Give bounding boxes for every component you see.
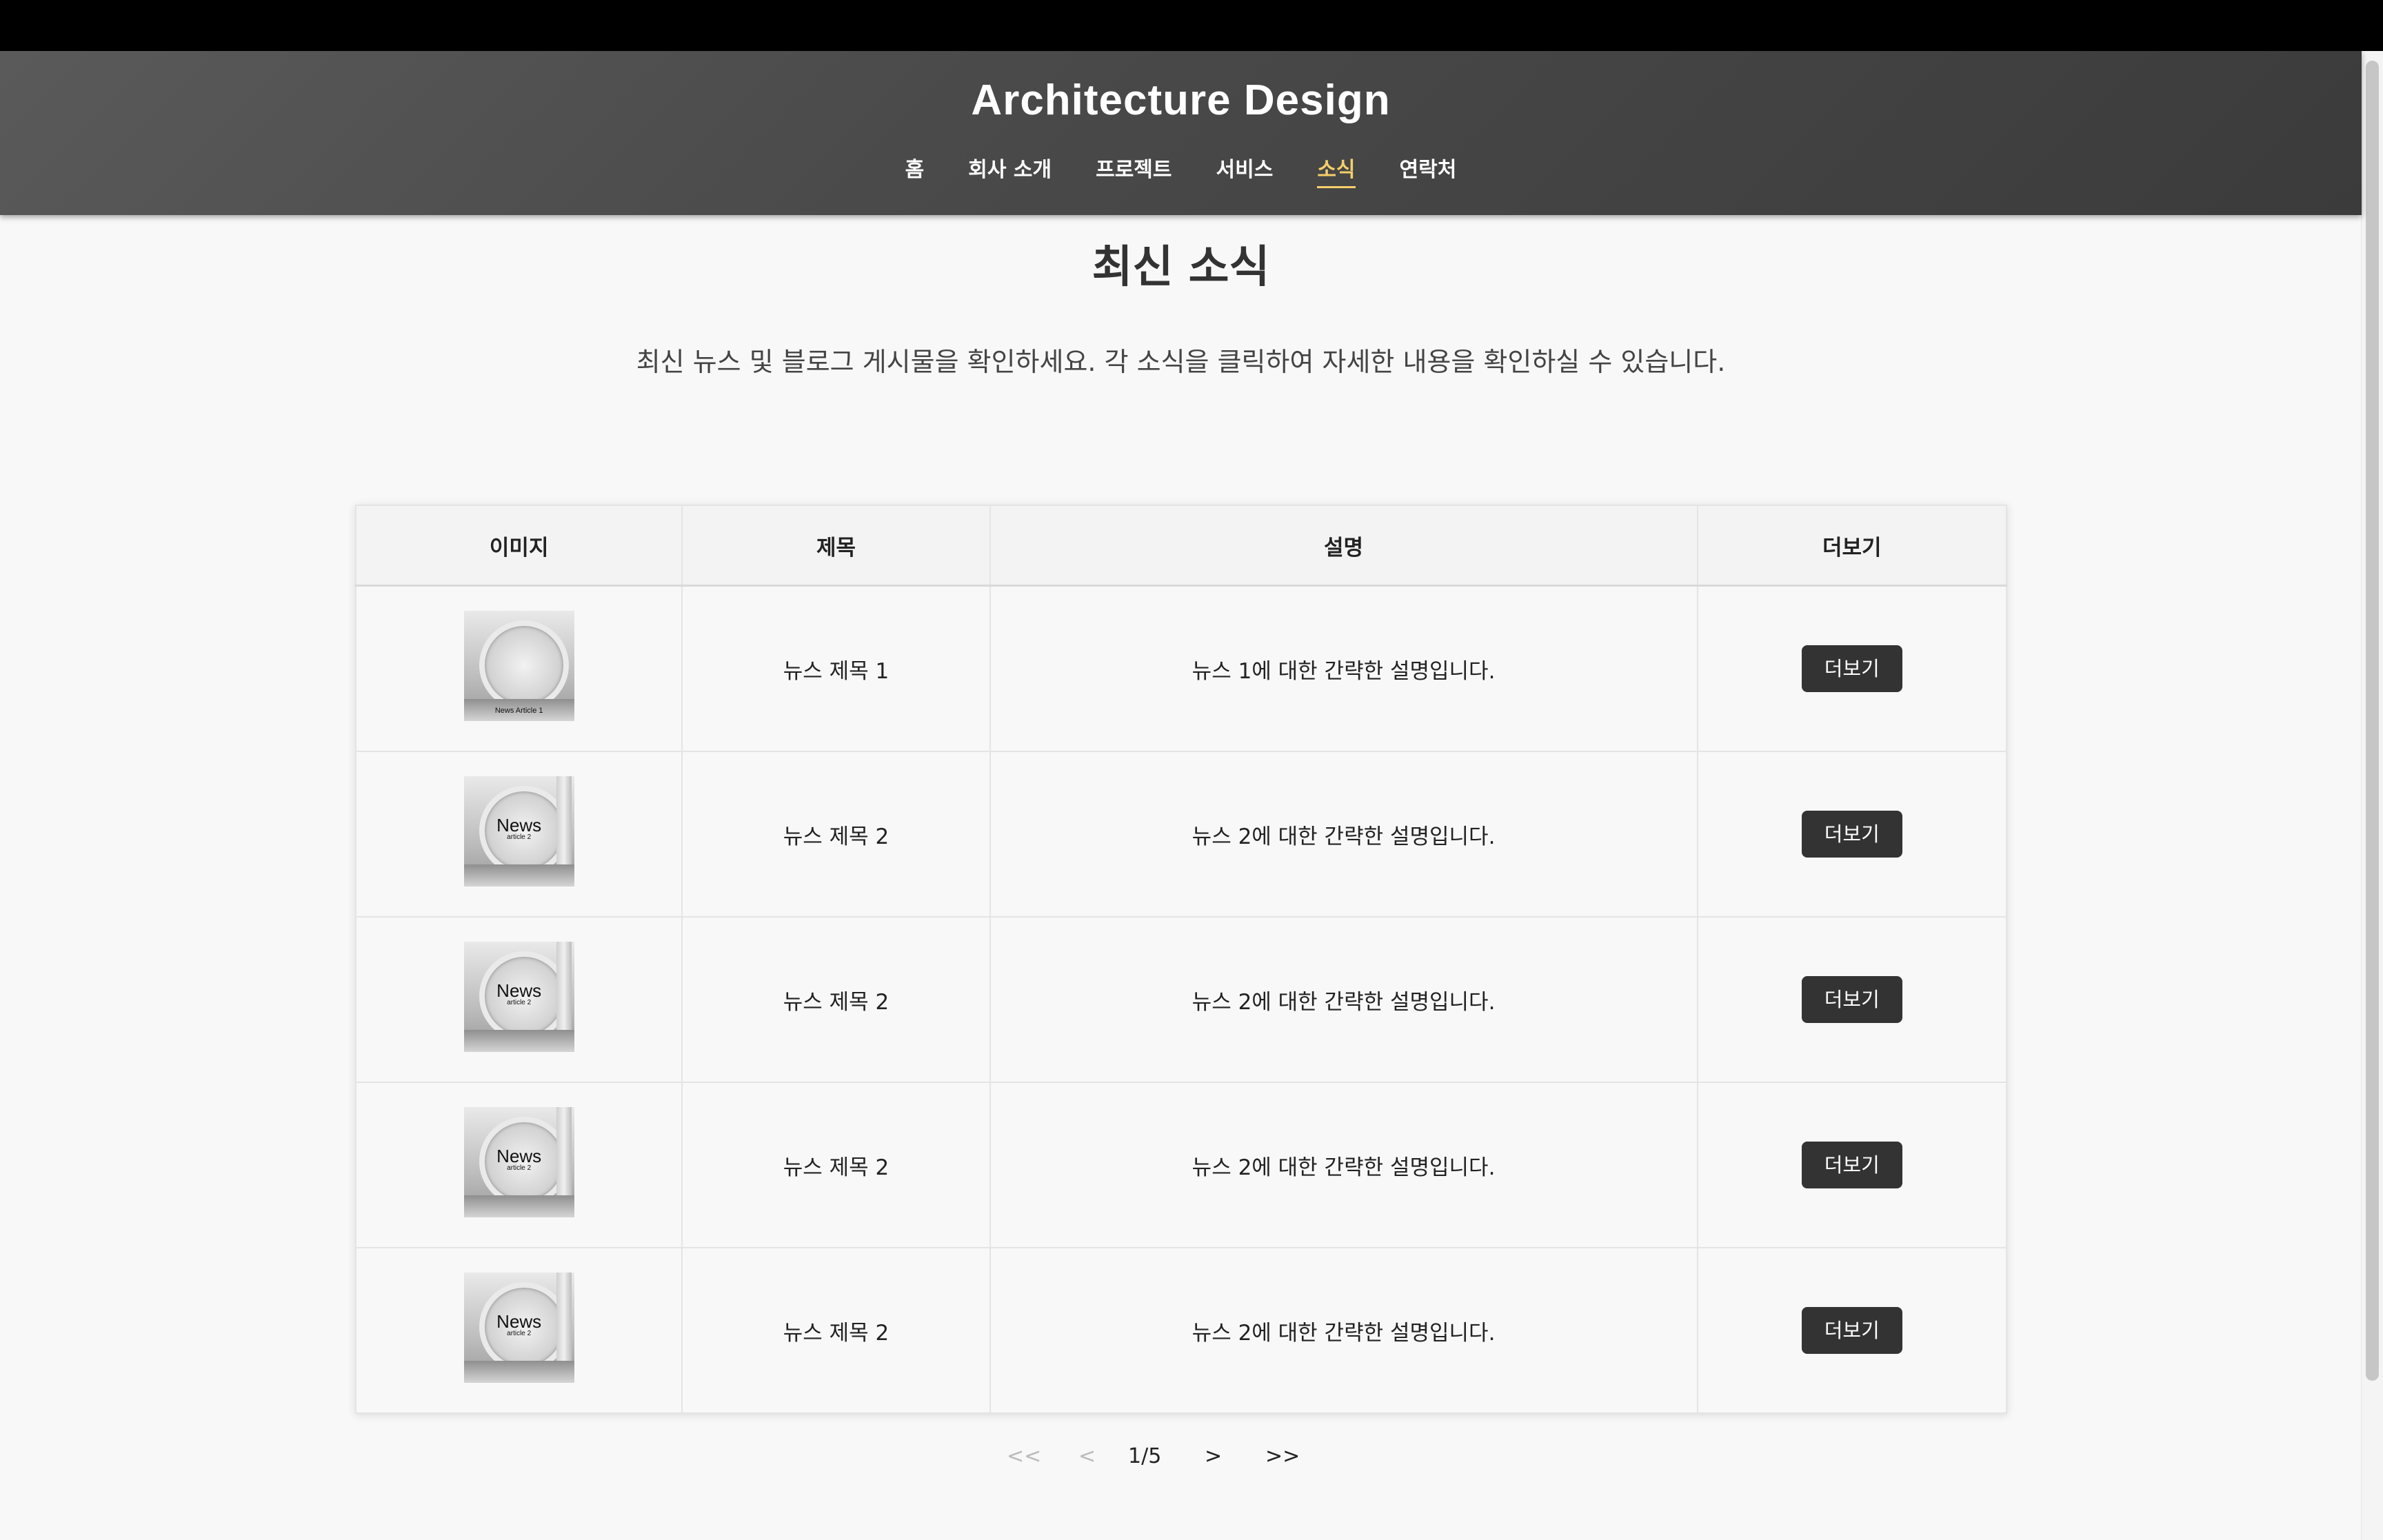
news-table-body: News Article 1 뉴스 제목 1 뉴스 1에 대한 간략한 설명입니…: [354, 585, 2008, 1414]
thumbnail-floor: [463, 864, 574, 886]
table-header-row: 이미지 제목 설명 더보기: [354, 505, 2008, 587]
nav-item-home[interactable]: 홈: [905, 160, 925, 188]
thumbnail-caption-sub: article 2: [507, 833, 532, 841]
thumbnail-caption-text: News Article 1: [494, 707, 543, 715]
more-button[interactable]: 더보기: [1801, 811, 1902, 858]
more-button[interactable]: 더보기: [1801, 976, 1902, 1023]
site-header: Architecture Design 홈 회사 소개 프로젝트 서비스 소식 …: [0, 51, 2362, 215]
page-scrollbar[interactable]: [2361, 51, 2383, 1540]
thumbnail-caption: News article 2: [464, 1313, 574, 1337]
more-button[interactable]: 더보기: [1801, 1307, 1902, 1354]
news-table-header: 이미지 제목 설명 더보기: [354, 505, 2008, 587]
thumbnail-caption-sub: article 2: [507, 1164, 532, 1172]
browser-top-bar: [0, 0, 2383, 51]
thumbnail-caption-text: News: [496, 815, 542, 835]
table-row: News article 2 뉴스 제목 2 뉴스 2에 대한 간략한 설명입니…: [354, 1247, 2008, 1414]
more-cell: 더보기: [1696, 585, 2008, 752]
news-thumbnail-image[interactable]: News Article 1: [463, 611, 574, 721]
nav-item-about[interactable]: 회사 소개: [968, 160, 1052, 188]
pagination: << < 1/5 > >>: [1007, 1446, 1300, 1467]
prev-page-button[interactable]: <: [1078, 1446, 1128, 1467]
thumbnail-caption-sub: article 2: [507, 1330, 532, 1337]
last-page-button[interactable]: >>: [1265, 1446, 1300, 1467]
news-thumbnail-image[interactable]: News article 2: [463, 942, 574, 1052]
news-thumbnail-cell: News Article 1: [354, 585, 683, 752]
thumbnail-caption-text: News: [496, 1146, 542, 1166]
more-cell: 더보기: [1696, 916, 2008, 1083]
table-row: News Article 1 뉴스 제목 1 뉴스 1에 대한 간략한 설명입니…: [354, 585, 2008, 752]
news-description: 뉴스 2에 대한 간략한 설명입니다.: [989, 916, 1698, 1083]
thumbnail-floor: [463, 1361, 574, 1383]
table-row: News article 2 뉴스 제목 2 뉴스 2에 대한 간략한 설명입니…: [354, 916, 2008, 1083]
news-description: 뉴스 2에 대한 간략한 설명입니다.: [989, 751, 1698, 918]
news-title: 뉴스 제목 2: [681, 916, 991, 1083]
page-indicator: 1/5: [1128, 1444, 1162, 1468]
thumbnail-caption-text: News: [496, 980, 542, 1001]
more-cell: 더보기: [1696, 1247, 2008, 1414]
news-thumbnail-cell: News article 2: [354, 751, 683, 918]
news-thumbnail-image[interactable]: News article 2: [463, 776, 574, 886]
news-description: 뉴스 2에 대한 간략한 설명입니다.: [989, 1247, 1698, 1414]
table-row: News article 2 뉴스 제목 2 뉴스 2에 대한 간략한 설명입니…: [354, 751, 2008, 918]
news-description: 뉴스 1에 대한 간략한 설명입니다.: [989, 585, 1698, 752]
news-thumbnail-cell: News article 2: [354, 916, 683, 1083]
nav-item-projects[interactable]: 프로젝트: [1096, 160, 1172, 188]
more-button[interactable]: 더보기: [1801, 645, 1902, 692]
more-button[interactable]: 더보기: [1801, 1142, 1902, 1188]
main-nav: 홈 회사 소개 프로젝트 서비스 소식 연락처: [0, 160, 2362, 188]
news-title: 뉴스 제목 1: [681, 585, 991, 752]
thumbnail-caption: News article 2: [464, 982, 574, 1006]
more-cell: 더보기: [1696, 751, 2008, 918]
nav-item-contact[interactable]: 연락처: [1400, 160, 1457, 188]
thumbnail-caption: News Article 1: [464, 695, 574, 716]
scrollbar-thumb[interactable]: [2366, 61, 2379, 1381]
column-header-more: 더보기: [1696, 505, 2008, 587]
thumbnail-floor: [463, 1195, 574, 1217]
thumbnail-caption-sub: article 2: [507, 999, 532, 1006]
news-thumbnail-image[interactable]: News article 2: [463, 1107, 574, 1217]
column-header-title: 제목: [681, 505, 991, 587]
thumbnail-caption: News article 2: [464, 816, 574, 841]
page-title: 최신 소식: [1092, 242, 1270, 293]
thumbnail-caption-text: News: [496, 1311, 542, 1332]
more-cell: 더보기: [1696, 1082, 2008, 1248]
nav-item-news[interactable]: 소식: [1317, 160, 1356, 188]
thumbnail-floor: [463, 1030, 574, 1052]
news-title: 뉴스 제목 2: [681, 1247, 991, 1414]
thumbnail-caption: News article 2: [464, 1147, 574, 1172]
news-thumbnail-image[interactable]: News article 2: [463, 1273, 574, 1383]
news-title: 뉴스 제목 2: [681, 751, 991, 918]
page-intro: 최신 뉴스 및 블로그 게시물을 확인하세요. 각 소식을 클릭하여 자세한 내…: [636, 347, 1726, 377]
news-description: 뉴스 2에 대한 간략한 설명입니다.: [989, 1082, 1698, 1248]
news-thumbnail-cell: News article 2: [354, 1247, 683, 1414]
nav-item-services[interactable]: 서비스: [1216, 160, 1274, 188]
column-header-description: 설명: [989, 505, 1698, 587]
news-thumbnail-cell: News article 2: [354, 1082, 683, 1248]
table-row: News article 2 뉴스 제목 2 뉴스 2에 대한 간략한 설명입니…: [354, 1082, 2008, 1248]
column-header-image: 이미지: [354, 505, 683, 587]
site-title: Architecture Design: [971, 77, 1391, 124]
news-title: 뉴스 제목 2: [681, 1082, 991, 1248]
news-table: 이미지 제목 설명 더보기 News Article 1 뉴스 제목 1 뉴스 …: [354, 505, 2008, 1414]
next-page-button[interactable]: >: [1205, 1446, 1265, 1467]
first-page-button[interactable]: <<: [1007, 1446, 1078, 1467]
